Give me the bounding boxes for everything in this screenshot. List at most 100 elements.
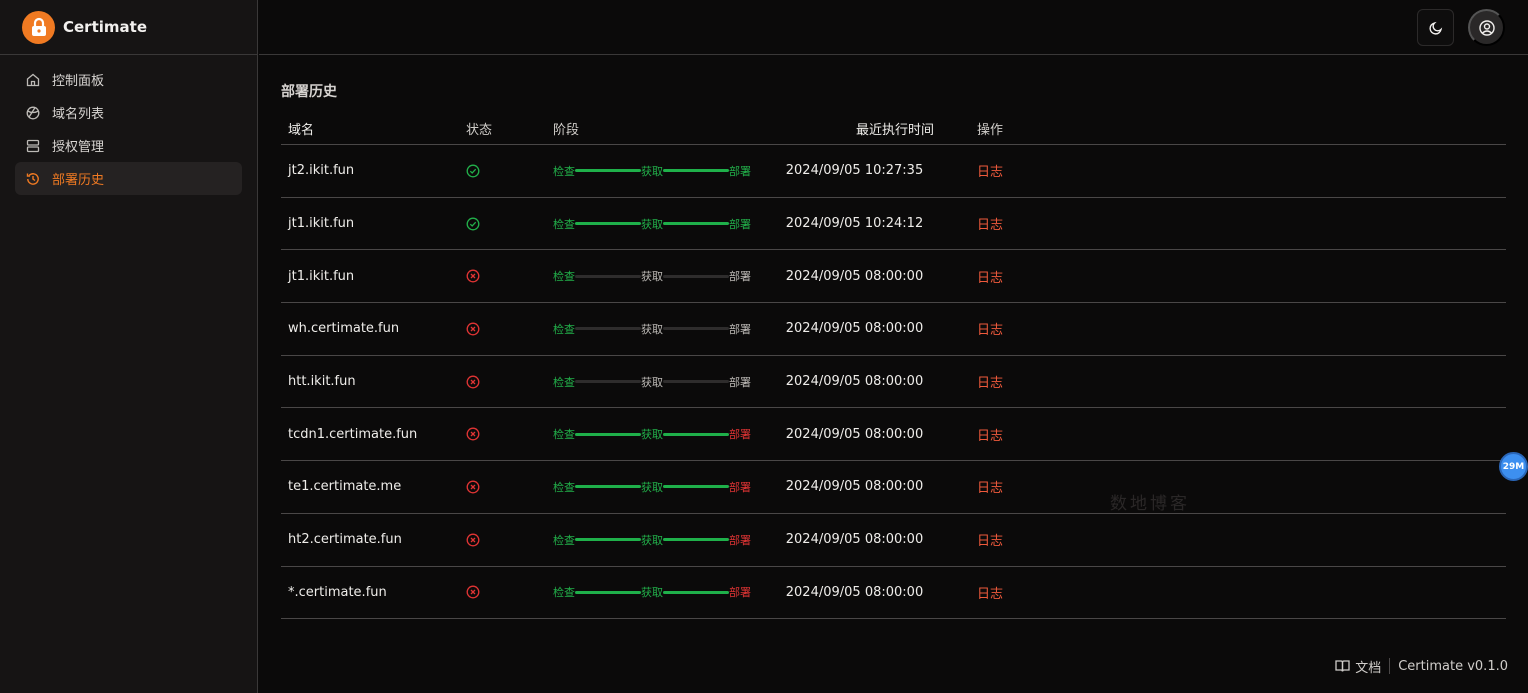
top-header [259,0,1528,55]
footer: 文档 Certimate v0.1.0 [1335,656,1508,676]
stage-connector [575,327,641,331]
x-circle-icon [466,480,480,494]
main-content: 部署历史 域名 状态 阶段 最近执行时间 操作 jt2.ikit.fun 检查 … [281,55,1506,620]
stage-progress: 检查 获取 部署 [547,321,757,337]
book-icon [1335,660,1350,672]
domain-cell: jt1.ikit.fun [288,268,355,284]
time-cell: 2024/09/05 08:00:00 [785,532,924,548]
domain-cell: jt1.ikit.fun [288,216,355,232]
log-link[interactable]: 日志 [952,161,1003,180]
log-link[interactable]: 日志 [952,425,1003,444]
time-cell: 2024/09/05 08:00:00 [785,321,924,337]
stage-deploy: 部署 [729,586,751,600]
x-circle-icon [466,322,480,336]
sidebar-item-dashboard[interactable]: 控制面板 [15,63,242,96]
stage-obtain: 获取 [641,586,663,600]
time-cell: 2024/09/05 08:00:00 [785,374,924,390]
docs-label: 文档 [1355,660,1382,676]
sidebar-nav: 控制面板 域名列表 授权管理 部署历史 [0,55,257,203]
status-cell [459,533,547,547]
status-cell [459,217,547,231]
stage-connector [663,380,729,384]
domain-cell: ht2.certimate.fun [288,532,402,548]
sidebar-item-domains[interactable]: 域名列表 [15,96,242,129]
version-label: Certimate v0.1.0 [1398,658,1508,674]
time-cell: 2024/09/05 10:24:12 [785,216,924,232]
status-cell [459,480,547,494]
stage-connector [663,538,729,542]
sidebar-item-label: 域名列表 [52,107,105,122]
log-link[interactable]: 日志 [952,319,1003,338]
table-row: ht2.certimate.fun 检查 获取 部署 2024/09/05 08… [281,514,1506,567]
stage-deploy: 部署 [729,270,751,284]
stage-connector [575,538,641,542]
log-link[interactable]: 日志 [952,267,1003,286]
stage-progress: 检查 获取 部署 [547,532,757,548]
stage-deploy: 部署 [729,428,751,442]
home-icon [25,72,41,88]
sidebar-item-label: 部署历史 [52,173,105,188]
docs-link[interactable]: 文档 [1335,657,1381,676]
sidebar-item-access[interactable]: 授权管理 [15,129,242,162]
floating-badge[interactable]: 29M [1499,452,1528,481]
domain-cell: *.certimate.fun [288,584,387,600]
user-menu-button[interactable] [1468,9,1505,46]
stage-deploy: 部署 [729,322,751,336]
stage-deploy: 部署 [729,480,751,494]
brand[interactable]: Certimate [0,0,257,55]
stage-deploy: 部署 [729,217,751,231]
log-link[interactable]: 日志 [952,214,1003,233]
app-root: Certimate 控制面板 域名列表 授权管理 部署历史 部署历史 域名 状态… [0,0,1528,693]
stage-connector [575,485,641,489]
domain-cell: wh.certimate.fun [288,321,400,337]
footer-divider [1389,658,1391,674]
stage-progress: 检查 获取 部署 [547,268,757,284]
table-row: jt1.ikit.fun 检查 获取 部署 2024/09/05 10:24:1… [281,198,1506,251]
stage-obtain: 获取 [641,322,663,336]
user-circle-icon [1478,19,1495,36]
theme-toggle-button[interactable] [1417,9,1454,46]
stage-check: 检查 [553,270,575,284]
log-link[interactable]: 日志 [952,583,1003,602]
stage-check: 检查 [553,375,575,389]
stage-connector [575,169,641,173]
stage-check: 检查 [553,217,575,231]
table-row: *.certimate.fun 检查 获取 部署 2024/09/05 08:0… [281,567,1506,620]
status-cell [459,585,547,599]
log-link[interactable]: 日志 [952,372,1003,391]
page-title: 部署历史 [281,84,337,100]
stage-progress: 检查 获取 部署 [547,584,757,600]
sidebar: Certimate 控制面板 域名列表 授权管理 部署历史 [0,0,258,693]
status-cell [459,427,547,441]
stage-obtain: 获取 [641,533,663,547]
stage-obtain: 获取 [641,217,663,231]
stage-progress: 检查 获取 部署 [547,216,757,232]
stage-progress: 检查 获取 部署 [547,479,757,495]
stage-check: 检查 [553,586,575,600]
history-table: 域名 状态 阶段 最近执行时间 操作 jt2.ikit.fun 检查 获取 部署… [281,119,1506,620]
x-circle-icon [466,269,480,283]
table-row: wh.certimate.fun 检查 获取 部署 2024/09/05 08:… [281,303,1506,356]
status-cell [459,375,547,389]
check-circle-icon [466,217,480,231]
x-circle-icon [466,375,480,389]
stage-connector [663,432,729,436]
column-header-domain: 域名 [288,123,315,138]
stage-progress: 检查 获取 部署 [547,163,757,179]
table-body: jt2.ikit.fun 检查 获取 部署 2024/09/05 10:27:3… [281,145,1506,620]
time-cell: 2024/09/05 08:00:00 [785,584,924,600]
time-cell: 2024/09/05 08:00:00 [785,479,924,495]
stage-connector [663,222,729,226]
status-cell [459,269,547,283]
table-row: htt.ikit.fun 检查 获取 部署 2024/09/05 08:00:0… [281,356,1506,409]
log-link[interactable]: 日志 [952,530,1003,549]
column-header-status: 状态 [466,123,493,138]
moon-icon [1428,21,1442,35]
table-row: jt2.ikit.fun 检查 获取 部署 2024/09/05 10:27:3… [281,145,1506,198]
sidebar-item-history[interactable]: 部署历史 [15,162,242,195]
stage-connector [575,432,641,436]
log-link[interactable]: 日志 [952,477,1003,496]
table-header: 域名 状态 阶段 最近执行时间 操作 [281,119,1506,145]
x-circle-icon [466,533,480,547]
stage-check: 检查 [553,164,575,178]
